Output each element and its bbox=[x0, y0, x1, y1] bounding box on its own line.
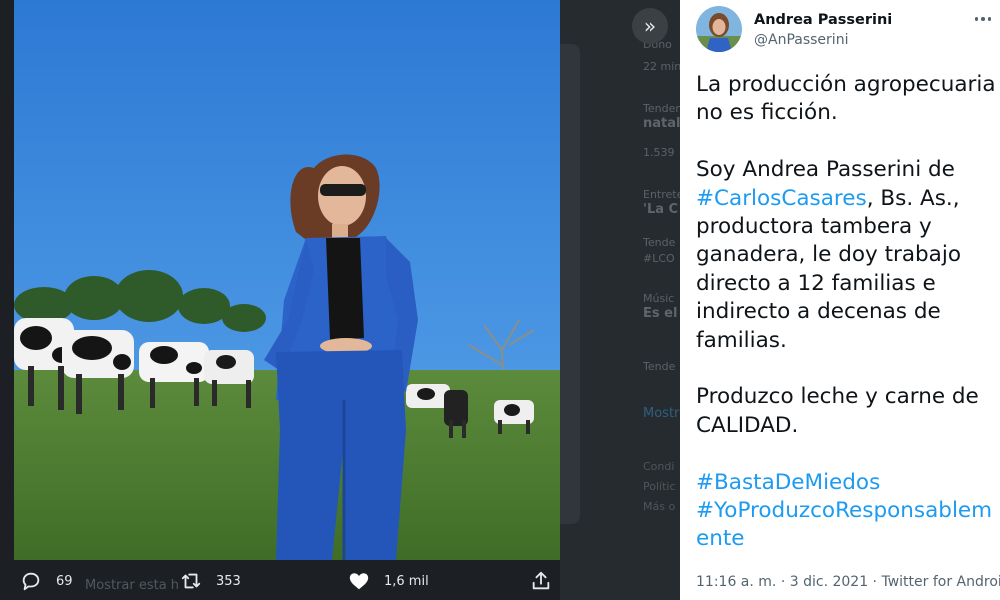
bg-trend-meta: Tenden bbox=[643, 102, 683, 115]
bg-footer-link: Condi bbox=[643, 460, 675, 473]
tweet-paragraph: Produzco leche y carne de CALIDAD. bbox=[696, 384, 979, 438]
bg-footer-link: Polític bbox=[643, 480, 676, 493]
share-icon bbox=[532, 571, 550, 590]
reply-count: 69 bbox=[56, 573, 73, 589]
hashtag-link[interactable]: #CarlosCasares bbox=[696, 186, 867, 211]
retweet-count: 353 bbox=[216, 573, 241, 589]
share-button[interactable] bbox=[530, 562, 552, 600]
tweet-time[interactable]: 11:16 a. m. bbox=[696, 574, 776, 590]
author-name[interactable]: Andrea Passerini bbox=[754, 12, 892, 28]
author-handle[interactable]: @AnPasserini bbox=[754, 32, 848, 48]
bg-trend-title: 'La C bbox=[643, 202, 679, 217]
tweet-date[interactable]: 3 dic. 2021 bbox=[790, 574, 868, 590]
tweet-paragraph: Soy Andrea Passerini de #CarlosCasares, … bbox=[696, 156, 996, 355]
chevron-double-right-icon: » bbox=[643, 14, 657, 38]
avatar-image bbox=[696, 6, 742, 52]
bg-trend-item: 1.539 bbox=[643, 146, 683, 178]
meta-separator: · bbox=[868, 574, 882, 590]
tweet-metadata: 11:16 a. m. · 3 dic. 2021 · Twitter for … bbox=[696, 572, 1000, 592]
bg-footer-link: Más o bbox=[643, 500, 676, 513]
bg-trend-title: natal bbox=[643, 116, 681, 131]
like-button[interactable]: 1,6 mil bbox=[348, 562, 429, 600]
bg-trend-item: Tenden natal bbox=[643, 102, 683, 134]
bg-show-more-link: Mostr bbox=[643, 406, 680, 421]
bg-trend-meta: 1.539 bbox=[643, 146, 675, 159]
more-options-button[interactable] bbox=[972, 8, 994, 30]
tweet-text: La producción agropecuaria no es ficción… bbox=[696, 71, 996, 554]
bg-trend-meta: Tende bbox=[643, 360, 676, 373]
more-dots-icon bbox=[987, 17, 992, 21]
tweet-photo[interactable] bbox=[14, 0, 560, 560]
bg-trend-meta: Entrete bbox=[643, 188, 683, 201]
bg-trend-item: 22 min bbox=[643, 60, 683, 92]
more-dots-icon bbox=[981, 17, 985, 21]
bg-trend-meta: Músic bbox=[643, 292, 675, 305]
expand-panel-button[interactable]: » bbox=[632, 8, 668, 44]
tweet-source: Twitter for Android bbox=[881, 574, 1000, 590]
more-dots-icon bbox=[974, 17, 979, 21]
retweet-icon bbox=[181, 573, 201, 589]
like-count: 1,6 mil bbox=[384, 573, 429, 589]
tweet-text-run: Soy Andrea Passerini de bbox=[696, 157, 955, 183]
bg-trend-meta: 22 min bbox=[643, 60, 682, 73]
heart-icon bbox=[349, 573, 369, 590]
bg-trend-item: Entrete 'La C bbox=[643, 188, 683, 220]
bg-trend-item: #LCO bbox=[643, 252, 683, 284]
tweet-paragraph: La producción agropecuaria no es ficción… bbox=[696, 72, 996, 126]
photo-illustration bbox=[14, 0, 560, 560]
bg-trend-meta: #LCO bbox=[643, 252, 675, 265]
bg-trend-item: Tende bbox=[643, 360, 683, 392]
reply-icon bbox=[22, 572, 40, 591]
bg-trend-item: Músic Es el bbox=[643, 292, 683, 324]
hashtag-link[interactable]: #BastaDeMiedos bbox=[696, 469, 996, 497]
meta-separator: · bbox=[776, 574, 790, 590]
author-avatar[interactable] bbox=[696, 6, 742, 52]
retweet-button[interactable]: 353 bbox=[180, 562, 241, 600]
hashtag-link[interactable]: #YoProduzcoResponsablemente bbox=[696, 497, 996, 554]
reply-button[interactable]: 69 bbox=[20, 562, 73, 600]
bg-trend-meta: Tende bbox=[643, 236, 676, 249]
tweet-detail-panel: Andrea Passerini @AnPasserini La producc… bbox=[680, 0, 1000, 600]
bg-trend-title: Es el bbox=[643, 306, 678, 321]
tweet-action-bar: 69 353 1,6 mil bbox=[0, 562, 680, 600]
